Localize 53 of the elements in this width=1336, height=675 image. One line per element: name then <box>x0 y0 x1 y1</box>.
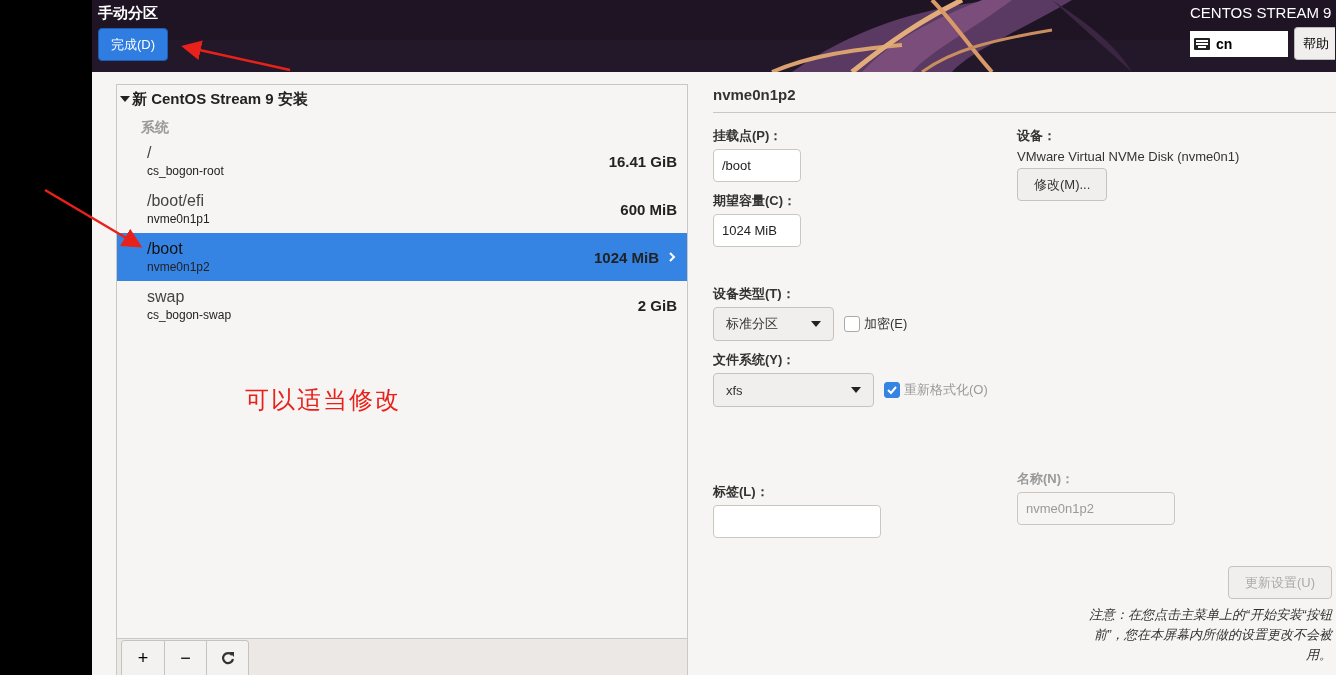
field-label: 设备类型(T)： <box>713 285 796 303</box>
device-description: VMware Virtual NVMe Disk (nvme0n1) <box>1017 149 1241 164</box>
screen-title: 手动分区 <box>98 4 159 23</box>
mount-point: / <box>147 144 153 162</box>
chevron-right-icon <box>667 252 677 262</box>
partition-size: 16.41 GiB <box>608 152 677 170</box>
field-label: 标签(L)： <box>713 483 770 501</box>
group-label: 系统 <box>140 118 170 137</box>
device-name: nvme0n1p1 <box>147 212 210 226</box>
field-label: 名称(N)： <box>1017 470 1076 488</box>
annotation-text: 可以适当修改 <box>244 385 402 415</box>
partition-row[interactable]: /boot/efi nvme0n1p1 600 MiB <box>117 185 687 233</box>
refresh-button[interactable] <box>206 641 248 675</box>
file-system-dropdown[interactable]: xfs <box>713 373 874 407</box>
field-label: 文件系统(Y)： <box>713 351 797 369</box>
done-button[interactable]: 完成(D) <box>98 28 169 61</box>
mount-point: /boot/efi <box>147 192 205 210</box>
partition-row[interactable]: swap cs_bogon-swap 2 GiB <box>117 281 687 329</box>
partition-size: 1024 MiB <box>593 248 659 266</box>
field-label: 挂载点(P)： <box>713 127 784 145</box>
tree-header[interactable]: 新 CentOS Stream 9 安装 <box>117 89 687 109</box>
check-icon <box>887 385 897 395</box>
partition-row[interactable]: / cs_bogon-root 16.41 GiB <box>117 137 687 185</box>
device-type-dropdown[interactable]: 标准分区 <box>713 307 834 341</box>
add-button[interactable]: + <box>122 641 164 675</box>
refresh-icon <box>220 651 235 665</box>
field-label: 期望容量(C)： <box>713 192 798 210</box>
device-name: cs_bogon-root <box>147 164 224 178</box>
partition-title: nvme0n1p2 <box>713 86 1336 113</box>
caret-icon <box>120 94 130 104</box>
installation-title: 新 CentOS Stream 9 安装 <box>132 89 308 109</box>
partition-row[interactable]: /boot nvme0n1p2 1024 MiB <box>117 233 687 281</box>
partition-size: 600 MiB <box>620 200 677 218</box>
device-name: nvme0n1p2 <box>147 260 210 274</box>
note-text: 注意：在您点击主菜单上的“开始安装“按钮 前”，您在本屏幕内所做的设置更改不会被 用。 <box>1088 606 1334 664</box>
tag-field[interactable] <box>713 505 881 538</box>
keyboard-layout-indicator[interactable]: cn <box>1190 30 1288 57</box>
caret-icon <box>851 385 861 395</box>
help-button[interactable]: 帮助 <box>1294 27 1335 60</box>
partition-size: 2 GiB <box>637 296 677 314</box>
encrypt-checkbox[interactable]: 加密(E) <box>844 315 908 333</box>
modify-button[interactable]: 修改(M)... <box>1017 168 1108 201</box>
remove-button[interactable]: − <box>164 641 206 675</box>
capacity-field[interactable]: 1024 MiB <box>713 214 801 247</box>
device-name: cs_bogon-swap <box>147 308 232 322</box>
keyboard-icon <box>1194 37 1210 50</box>
caret-icon <box>811 319 821 329</box>
mount-point-field[interactable]: /boot <box>713 149 801 182</box>
keyboard-layout-text: cn <box>1216 35 1233 52</box>
mount-point: swap <box>147 288 186 306</box>
field-label: 设备： <box>1017 127 1057 145</box>
product-title: CENTOS STREAM 9 <box>1190 4 1333 21</box>
mount-point: /boot <box>147 240 184 258</box>
